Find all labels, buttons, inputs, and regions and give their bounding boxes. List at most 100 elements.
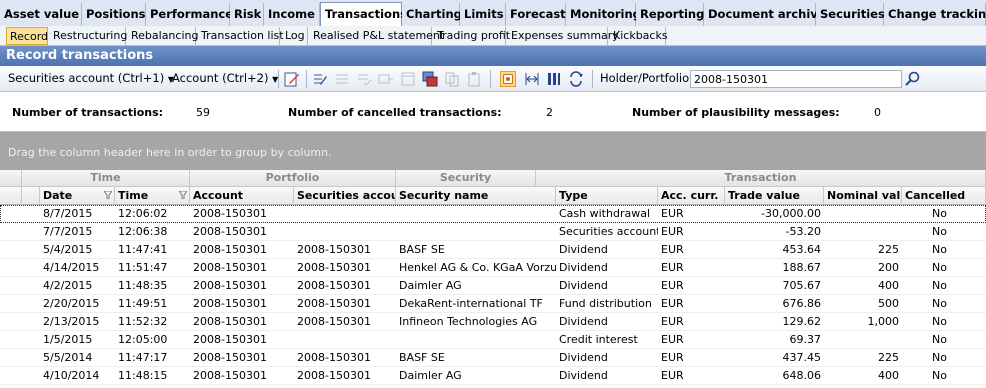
tab-limits[interactable]: Limits bbox=[460, 3, 506, 26]
cell-time: 11:51:47 bbox=[118, 261, 168, 274]
subtab-rebalancing[interactable]: Rebalancing bbox=[128, 27, 198, 45]
table-row[interactable]: 4/10/2014 11:48:15 2008-150301 2008-1503… bbox=[0, 367, 986, 385]
column-header-acc-curr[interactable]: Acc. curr. bbox=[658, 187, 725, 205]
tab-document-archive[interactable]: Document archive bbox=[704, 3, 826, 26]
row-indicator-header bbox=[0, 187, 22, 205]
column-header-type[interactable]: Type bbox=[556, 187, 658, 205]
table-row[interactable]: 7/7/2015 12:06:38 2008-150301 Securities… bbox=[0, 223, 986, 241]
account-label: Account (Ctrl+2) bbox=[172, 71, 269, 85]
summary-panel: Number of transactions: 59 Number of can… bbox=[0, 92, 986, 132]
cell-account: 2008-150301 bbox=[193, 243, 267, 256]
tab-reporting[interactable]: Reporting bbox=[636, 3, 704, 26]
table-row[interactable]: 1/5/2015 12:05:00 2008-150301 Credit int… bbox=[0, 331, 986, 349]
subtab-trading-profit[interactable]: Trading profit bbox=[434, 27, 510, 45]
cell-securities-account: 2008-150301 bbox=[297, 279, 371, 292]
column-header-date[interactable]: Date bbox=[40, 187, 115, 205]
table-row[interactable]: 4/2/2015 11:48:35 2008-150301 2008-15030… bbox=[0, 277, 986, 295]
filter-icon[interactable] bbox=[179, 191, 187, 199]
subtab-expenses-summary[interactable]: Expenses summary bbox=[508, 27, 619, 45]
table-row[interactable]: 8/7/2015 12:06:02 2008-150301 Cash withd… bbox=[0, 205, 986, 223]
cell-account: 2008-150301 bbox=[193, 261, 267, 274]
account-dropdown[interactable]: Account (Ctrl+2) ▼ bbox=[172, 70, 278, 88]
holder-portfolio-input[interactable] bbox=[690, 70, 902, 88]
tab-securities[interactable]: Securities bbox=[816, 3, 885, 26]
tab-performance[interactable]: Performance bbox=[146, 3, 233, 26]
transactions-grid: Time Portfolio Security Transaction Date… bbox=[0, 170, 986, 388]
subtab-restructuring[interactable]: Restructuring bbox=[50, 27, 127, 45]
cell-cancelled: No bbox=[932, 243, 947, 256]
disabled-list-icon[interactable] bbox=[334, 71, 350, 87]
search-icon[interactable] bbox=[904, 71, 920, 87]
table-row[interactable]: 2/13/2015 11:52:32 2008-150301 2008-1503… bbox=[0, 313, 986, 331]
cell-nominal-value bbox=[824, 331, 902, 349]
tab-risk[interactable]: Risk bbox=[230, 3, 264, 26]
column-width-icon[interactable] bbox=[524, 71, 540, 87]
cell-date: 5/5/2014 bbox=[43, 351, 93, 364]
refresh-icon[interactable] bbox=[568, 71, 584, 87]
disabled-list-check-icon[interactable] bbox=[356, 71, 372, 87]
cancelled-count-value: 2 bbox=[546, 106, 553, 119]
cell-trade-value: -53.20 bbox=[785, 225, 821, 238]
tab-income[interactable]: Income bbox=[264, 3, 320, 26]
securities-account-label: Securities account (Ctrl+1) bbox=[8, 71, 165, 85]
cell-security-name: DekaRent-international TF bbox=[399, 297, 543, 310]
group-by-hint: Drag the column header here in order to … bbox=[8, 146, 332, 159]
securities-account-dropdown[interactable]: Securities account (Ctrl+1) ▼ bbox=[8, 70, 174, 88]
page-title: Record transactions bbox=[0, 46, 986, 66]
disabled-copy-icon[interactable] bbox=[444, 71, 460, 87]
table-row[interactable]: 4/14/2015 11:51:47 2008-150301 2008-1503… bbox=[0, 259, 986, 277]
column-header-security-name[interactable]: Security name bbox=[396, 187, 556, 205]
tab-charting[interactable]: Charting bbox=[402, 3, 462, 26]
band-portfolio: Portfolio bbox=[190, 170, 396, 187]
cell-account: 2008-150301 bbox=[193, 351, 267, 364]
tab-monitoring[interactable]: Monitoring bbox=[566, 3, 641, 26]
edit-form-icon[interactable] bbox=[284, 71, 300, 87]
disabled-transfer-icon[interactable] bbox=[378, 71, 394, 87]
cell-trade-value: 648.06 bbox=[782, 369, 822, 382]
tab-forecast[interactable]: Forecast bbox=[506, 3, 566, 26]
window-stack-icon[interactable] bbox=[422, 71, 438, 87]
column-header-trade-value[interactable]: Trade value bbox=[725, 187, 824, 205]
subtab-log[interactable]: Log bbox=[282, 27, 308, 45]
disabled-window-icon[interactable] bbox=[400, 71, 416, 87]
cell-type: Dividend bbox=[559, 243, 608, 256]
cell-nominal-value: 225 bbox=[878, 243, 899, 256]
cell-date: 4/14/2015 bbox=[43, 261, 100, 274]
subtab-record[interactable]: Record bbox=[6, 27, 48, 45]
table-row[interactable]: 2/20/2015 11:49:51 2008-150301 2008-1503… bbox=[0, 295, 986, 313]
subtab-realised-pl[interactable]: Realised P&L statement bbox=[310, 27, 444, 45]
tab-transactions[interactable]: Transactions bbox=[320, 2, 407, 27]
tab-change-tracking[interactable]: Change tracking bbox=[884, 3, 986, 26]
group-by-area[interactable]: Drag the column header here in order to … bbox=[0, 132, 986, 170]
column-header-account[interactable]: Account bbox=[190, 187, 294, 205]
cell-account: 2008-150301 bbox=[193, 279, 267, 292]
edit-list-icon[interactable] bbox=[312, 71, 328, 87]
subtab-kickbacks[interactable]: Kickbacks bbox=[610, 27, 668, 45]
cell-account: 2008-150301 bbox=[193, 369, 267, 382]
cell-security-name: BASF SE bbox=[399, 351, 445, 364]
columns-icon[interactable] bbox=[546, 71, 562, 87]
table-row[interactable]: 5/4/2015 11:47:41 2008-150301 2008-15030… bbox=[0, 241, 986, 259]
cell-security-name bbox=[396, 331, 556, 349]
cell-nominal-value: 400 bbox=[878, 369, 899, 382]
tab-asset-value[interactable]: Asset value bbox=[0, 3, 82, 26]
cell-trade-value: 437.45 bbox=[782, 351, 822, 364]
tab-positions[interactable]: Positions bbox=[82, 3, 146, 26]
cell-security-name: Daimler AG bbox=[399, 279, 462, 292]
cell-time: 12:05:00 bbox=[118, 333, 168, 346]
cell-securities-account: 2008-150301 bbox=[297, 351, 371, 364]
column-header-nominal-value[interactable]: Nominal value bbox=[824, 187, 902, 205]
sub-tab-bar: Record Restructuring Rebalancing Transac… bbox=[0, 26, 986, 46]
filter-toggle-icon[interactable] bbox=[500, 71, 516, 87]
subtab-transaction-list[interactable]: Transaction list bbox=[198, 27, 284, 45]
column-header-securities-account[interactable]: Securities account bbox=[294, 187, 396, 205]
table-row[interactable]: 5/5/2014 11:47:17 2008-150301 2008-15030… bbox=[0, 349, 986, 367]
column-header-time[interactable]: Time bbox=[115, 187, 190, 205]
cell-nominal-value: 400 bbox=[878, 279, 899, 292]
cell-security-name: BASF SE bbox=[399, 243, 445, 256]
disabled-paste-icon[interactable] bbox=[466, 71, 482, 87]
column-header-cancelled[interactable]: Cancelled bbox=[902, 187, 986, 205]
filter-icon[interactable] bbox=[104, 191, 112, 199]
cell-acc-curr: EUR bbox=[661, 333, 684, 346]
plausibility-count-label: Number of plausibility messages: bbox=[632, 106, 840, 119]
